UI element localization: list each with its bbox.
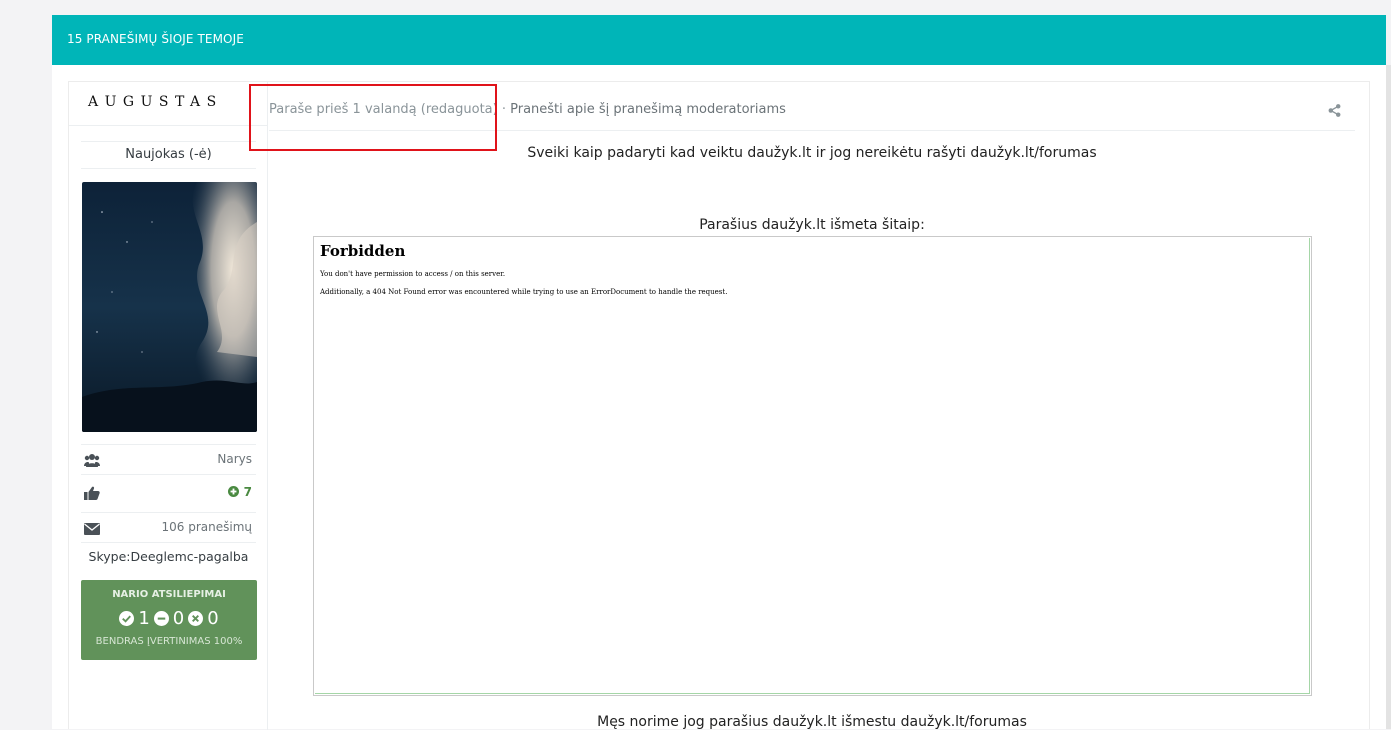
feedback-negative: 0 [207,608,219,629]
minus-circle-icon [153,611,169,626]
author-custom-field: Skype:Deeglemc-pagalba [81,542,256,564]
feedback-title: NARIO ATSILIEPIMAI [112,589,226,600]
times-circle-icon [188,611,204,626]
screenshot-frame: Forbidden You don't have permission to a… [315,238,1310,694]
report-post-link[interactable]: Pranešti apie šį pranešimą moderatoriams [510,102,786,117]
post-paragraph-3: Męs norime jog parašius daužyk.lt išmest… [597,714,1027,730]
avatar-image [82,182,257,432]
screenshot-line-2: Additionally, a 404 Not Found error was … [320,288,728,296]
plus-circle-icon [228,486,240,497]
member-feedback-box[interactable]: NARIO ATSILIEPIMAI 1 0 0 BENDRAS ĮVERTIN… [81,580,257,660]
check-circle-icon [119,611,135,626]
author-posts-count[interactable]: 106 pranešimų [162,520,253,534]
posts-count-title: 15 PRANEŠIMŲ ŠIOJE TEMOJE [67,32,244,46]
thumbs-up-icon [84,486,100,500]
embedded-screenshot[interactable]: Forbidden You don't have permission to a… [313,236,1312,696]
feedback-positive: 1 [138,608,150,629]
author-name: AUGUSTAS [69,82,268,126]
screenshot-heading: Forbidden [320,242,406,260]
author-group: Narys [217,452,252,466]
scrollbar[interactable] [1386,65,1391,729]
screenshot-line-1: You don't have permission to access / on… [320,270,506,278]
author-reputation-row: 7 [81,474,256,507]
author-posts-row: 106 pranešimų [81,512,256,542]
group-icon [84,454,100,467]
feedback-total: BENDRAS ĮVERTINIMAS 100% [95,636,243,647]
author-group-row: Narys [81,444,256,474]
envelope-icon [84,523,100,535]
highlight-box [249,84,497,151]
meta-separator: · [497,102,511,117]
author-name-link[interactable]: AUGUSTAS [88,94,223,110]
post-content: Paraše prieš 1 valandą (redaguota) · Pra… [269,82,1371,730]
share-icon[interactable] [1328,104,1341,117]
avatar[interactable] [82,182,257,432]
post-paragraph-2: Parašius daužyk.lt išmeta šitaip: [699,217,925,233]
author-reputation-value: 7 [243,485,252,499]
post-container: AUGUSTAS Naujokas (-ė) Narys 7 106 prane… [52,65,1386,730]
feedback-neutral: 0 [172,608,185,629]
feedback-counts: 1 0 0 [81,608,257,629]
posts-count-bar: 15 PRANEŠIMŲ ŠIOJE TEMOJE [52,15,1386,65]
author-rank: Naujokas (-ė) [81,141,256,169]
author-panel: AUGUSTAS Naujokas (-ė) Narys 7 106 prane… [69,82,268,730]
post: AUGUSTAS Naujokas (-ė) Narys 7 106 prane… [68,81,1371,730]
author-reputation: 7 [228,485,252,499]
